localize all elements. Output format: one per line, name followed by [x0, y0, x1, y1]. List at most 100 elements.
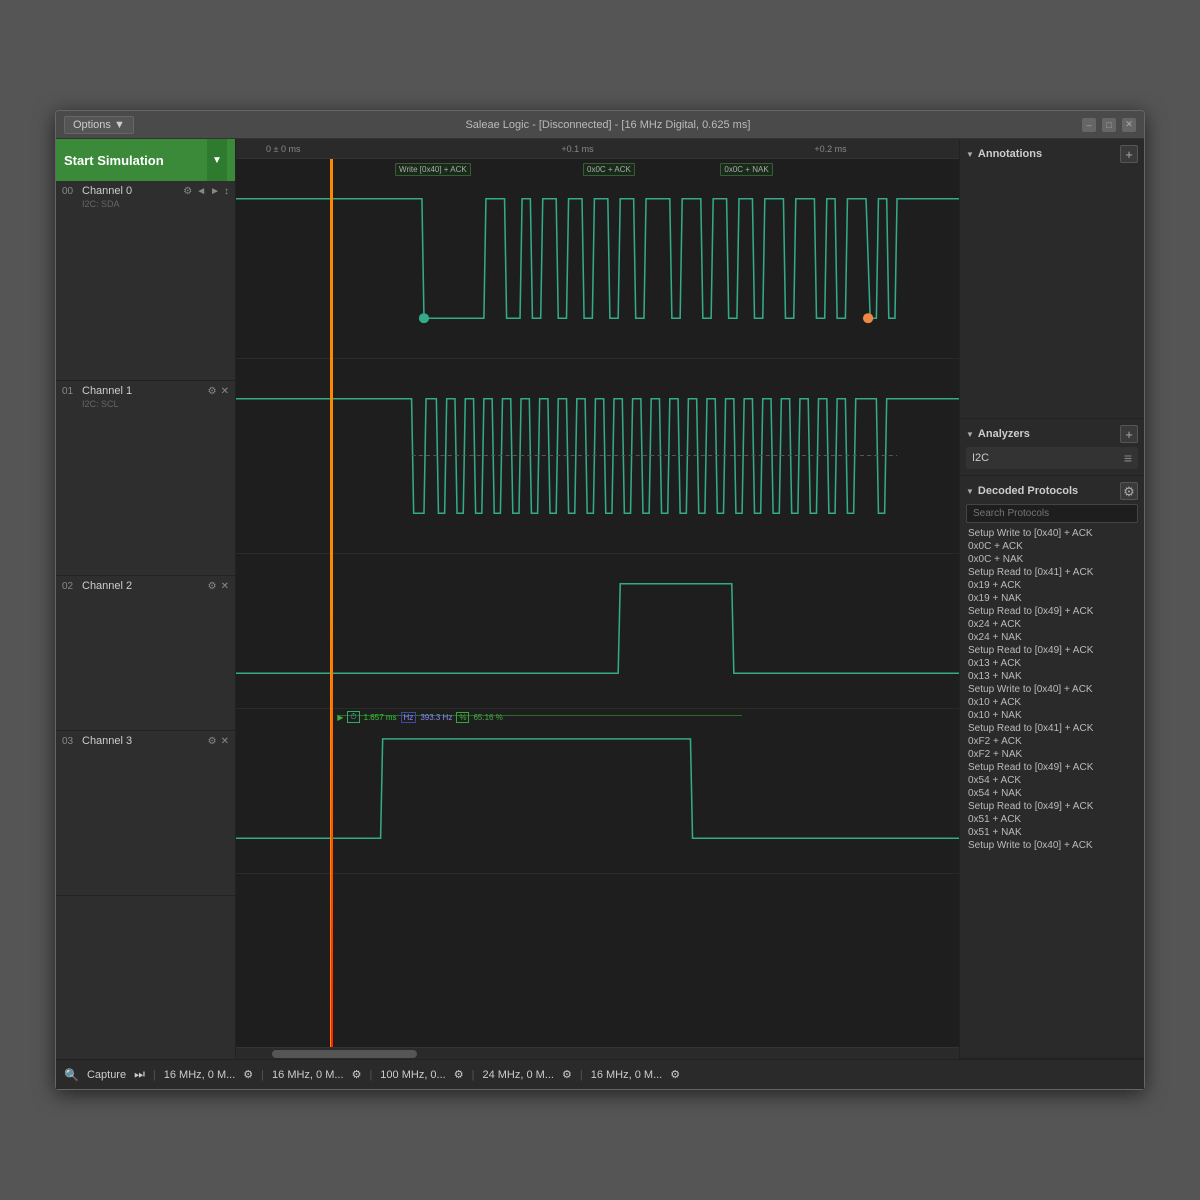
annotations-add-button[interactable]: + [1120, 145, 1138, 163]
channel-gear-1[interactable]: ⚙ [208, 386, 217, 397]
channel-header-0: 00 Channel 0 ⚙ ◄ ► ↕ [62, 185, 229, 197]
bb-sep-4: | [580, 1069, 583, 1081]
waveform-row-2 [236, 554, 959, 709]
bottom-bar: 🔍 Capture ⏭ | 16 MHz, 0 M... ⚙ | 16 MHz,… [56, 1059, 1144, 1089]
bb-item-1-label: 16 MHz, 0 M... [272, 1069, 344, 1081]
meas-time-tag: ⏱ [347, 711, 359, 723]
decoded-list-item[interactable]: Setup Read to [0x49] + ACK [966, 605, 1138, 618]
bb-item-0-label: 16 MHz, 0 M... [164, 1069, 236, 1081]
options-button[interactable]: Options ▼ [64, 116, 134, 134]
scrollbar[interactable] [236, 1047, 959, 1059]
decoded-list-item[interactable]: 0x0C + ACK [966, 540, 1138, 553]
start-simulation-button[interactable]: Start Simulation ▼ [56, 139, 235, 181]
decoded-list-item[interactable]: Setup Read to [0x41] + ACK [966, 566, 1138, 579]
analyzer-i2c-menu[interactable]: ≡ [1124, 450, 1132, 466]
channel-arrow-right-0[interactable]: ► [210, 186, 220, 197]
left-panel: Start Simulation ▼ 00 Channel 0 ⚙ ◄ ► ↕ … [56, 139, 236, 1059]
decoded-list-item[interactable]: 0x24 + ACK [966, 618, 1138, 631]
decoded-list-item[interactable]: 0x0C + NAK [966, 553, 1138, 566]
decoded-list-item[interactable]: 0x10 + ACK [966, 696, 1138, 709]
decoded-list-item[interactable]: Setup Write to [0x40] + ACK [966, 839, 1138, 852]
decoded-protocols-section: ▼ Decoded Protocols ⚙ Setup Write to [0x… [960, 476, 1144, 1059]
minimize-button[interactable]: – [1082, 118, 1096, 132]
close-button[interactable]: ✕ [1122, 118, 1136, 132]
channel-header-2: 02 Channel 2 ⚙ ✕ [62, 580, 229, 592]
decoded-protocols-gear[interactable]: ⚙ [1120, 482, 1138, 500]
channel-num-3: 03 [62, 736, 78, 747]
channel-expand-0[interactable]: ↕ [224, 186, 229, 197]
decoded-list-item[interactable]: 0x13 + NAK [966, 670, 1138, 683]
channel-item-3: 03 Channel 3 ⚙ ✕ [56, 731, 235, 896]
window-controls: – □ ✕ [1082, 118, 1136, 132]
decoded-list-item[interactable]: Setup Write to [0x40] + ACK [966, 683, 1138, 696]
analyzers-label: Analyzers [978, 428, 1030, 440]
decoded-list-item[interactable]: 0xF2 + ACK [966, 735, 1138, 748]
scrollbar-thumb[interactable] [272, 1050, 417, 1058]
start-sim-dropdown[interactable]: ▼ [207, 139, 227, 181]
bb-gear-3[interactable]: ⚙ [562, 1068, 572, 1081]
proto-label-read1: 0x0C + ACK [583, 163, 635, 176]
decoded-protocols-label: Decoded Protocols [978, 485, 1078, 497]
main-content: Start Simulation ▼ 00 Channel 0 ⚙ ◄ ► ↕ … [56, 139, 1144, 1059]
decoded-triangle: ▼ [966, 487, 974, 496]
decoded-list-item[interactable]: 0x10 + NAK [966, 709, 1138, 722]
decoded-list-item[interactable]: 0xF2 + NAK [966, 748, 1138, 761]
bb-gear-1[interactable]: ⚙ [352, 1068, 362, 1081]
waveform-svg-0 [236, 159, 959, 358]
bb-sep-0: | [153, 1069, 156, 1081]
annotations-section: ▼ Annotations + [960, 139, 1144, 419]
channel-gear-0[interactable]: ⚙ [183, 186, 192, 197]
channel-gear-2[interactable]: ⚙ [208, 581, 217, 592]
decoded-list-item[interactable]: 0x54 + ACK [966, 774, 1138, 787]
decoded-list-item[interactable]: 0x51 + NAK [966, 826, 1138, 839]
decoded-search-input[interactable] [966, 504, 1138, 523]
channel-close-3[interactable]: ✕ [221, 736, 229, 747]
channel-name-0: Channel 0 [82, 185, 179, 197]
orange-dot-1 [863, 313, 873, 323]
decoded-list-item[interactable]: Setup Read to [0x49] + ACK [966, 761, 1138, 774]
bb-gear-4[interactable]: ⚙ [670, 1068, 680, 1081]
decoded-list-item[interactable]: 0x51 + ACK [966, 813, 1138, 826]
channel-name-2: Channel 2 [82, 580, 204, 592]
decoded-list-item[interactable]: Setup Write to [0x40] + ACK [966, 527, 1138, 540]
maximize-button[interactable]: □ [1102, 118, 1116, 132]
decoded-list-item[interactable]: Setup Read to [0x49] + ACK [966, 644, 1138, 657]
decoded-list-item[interactable]: 0x13 + ACK [966, 657, 1138, 670]
channel-item-2: 02 Channel 2 ⚙ ✕ [56, 576, 235, 731]
channel-close-1[interactable]: ✕ [221, 386, 229, 397]
proto-label-write: Write [0x40] + ACK [395, 163, 471, 176]
bb-gear-0[interactable]: ⚙ [243, 1068, 253, 1081]
decoded-list-item[interactable]: 0x24 + NAK [966, 631, 1138, 644]
waveform-area[interactable]: 0 ± 0 ms +0.1 ms +0.2 ms Write [0x40] + … [236, 139, 959, 1059]
bb-gear-2[interactable]: ⚙ [454, 1068, 464, 1081]
analyzers-title: ▼ Analyzers [966, 428, 1030, 440]
annotations-title: ▼ Annotations [966, 148, 1042, 160]
meas-freq-tag: Hz [401, 712, 417, 723]
decoded-list-item[interactable]: 0x19 + ACK [966, 579, 1138, 592]
annotations-triangle: ▼ [966, 150, 974, 159]
channel-gear-3[interactable]: ⚙ [208, 736, 217, 747]
time-label-2: +0.2 ms [814, 144, 846, 154]
decoded-list-item[interactable]: 0x19 + NAK [966, 592, 1138, 605]
capture-label: Capture [87, 1069, 126, 1081]
bb-sep-2: | [369, 1069, 372, 1081]
time-ruler: 0 ± 0 ms +0.1 ms +0.2 ms [236, 139, 959, 159]
channel-item-1: 01 Channel 1 ⚙ ✕ I2C: SCL [56, 381, 235, 576]
analyzers-add-button[interactable]: + [1120, 425, 1138, 443]
channel-arrow-left-0[interactable]: ◄ [196, 186, 206, 197]
waveform-svg-1 [236, 359, 959, 553]
time-label-0: 0 ± 0 ms [266, 144, 300, 154]
channel-close-2[interactable]: ✕ [221, 581, 229, 592]
decoded-list-item[interactable]: Setup Read to [0x41] + ACK [966, 722, 1138, 735]
meas-duty-tag: % [456, 712, 469, 723]
fast-forward-icon[interactable]: ⏭ [134, 1067, 145, 1082]
decoded-list-item[interactable]: Setup Read to [0x49] + ACK [966, 800, 1138, 813]
waveform-svg-3 [236, 709, 959, 873]
title-bar: Options ▼ Saleae Logic - [Disconnected] … [56, 111, 1144, 139]
right-panel: ▼ Annotations + ▼ Analyzers + I2C [959, 139, 1144, 1059]
channel-sub-1: I2C: SCL [62, 399, 229, 409]
channel-list: 00 Channel 0 ⚙ ◄ ► ↕ I2C: SDA 01 Channel… [56, 181, 235, 1059]
bb-item-3-label: 24 MHz, 0 M... [482, 1069, 554, 1081]
decoded-list-item[interactable]: 0x54 + NAK [966, 787, 1138, 800]
decoded-list: Setup Write to [0x40] + ACK0x0C + ACK0x0… [966, 527, 1138, 1052]
